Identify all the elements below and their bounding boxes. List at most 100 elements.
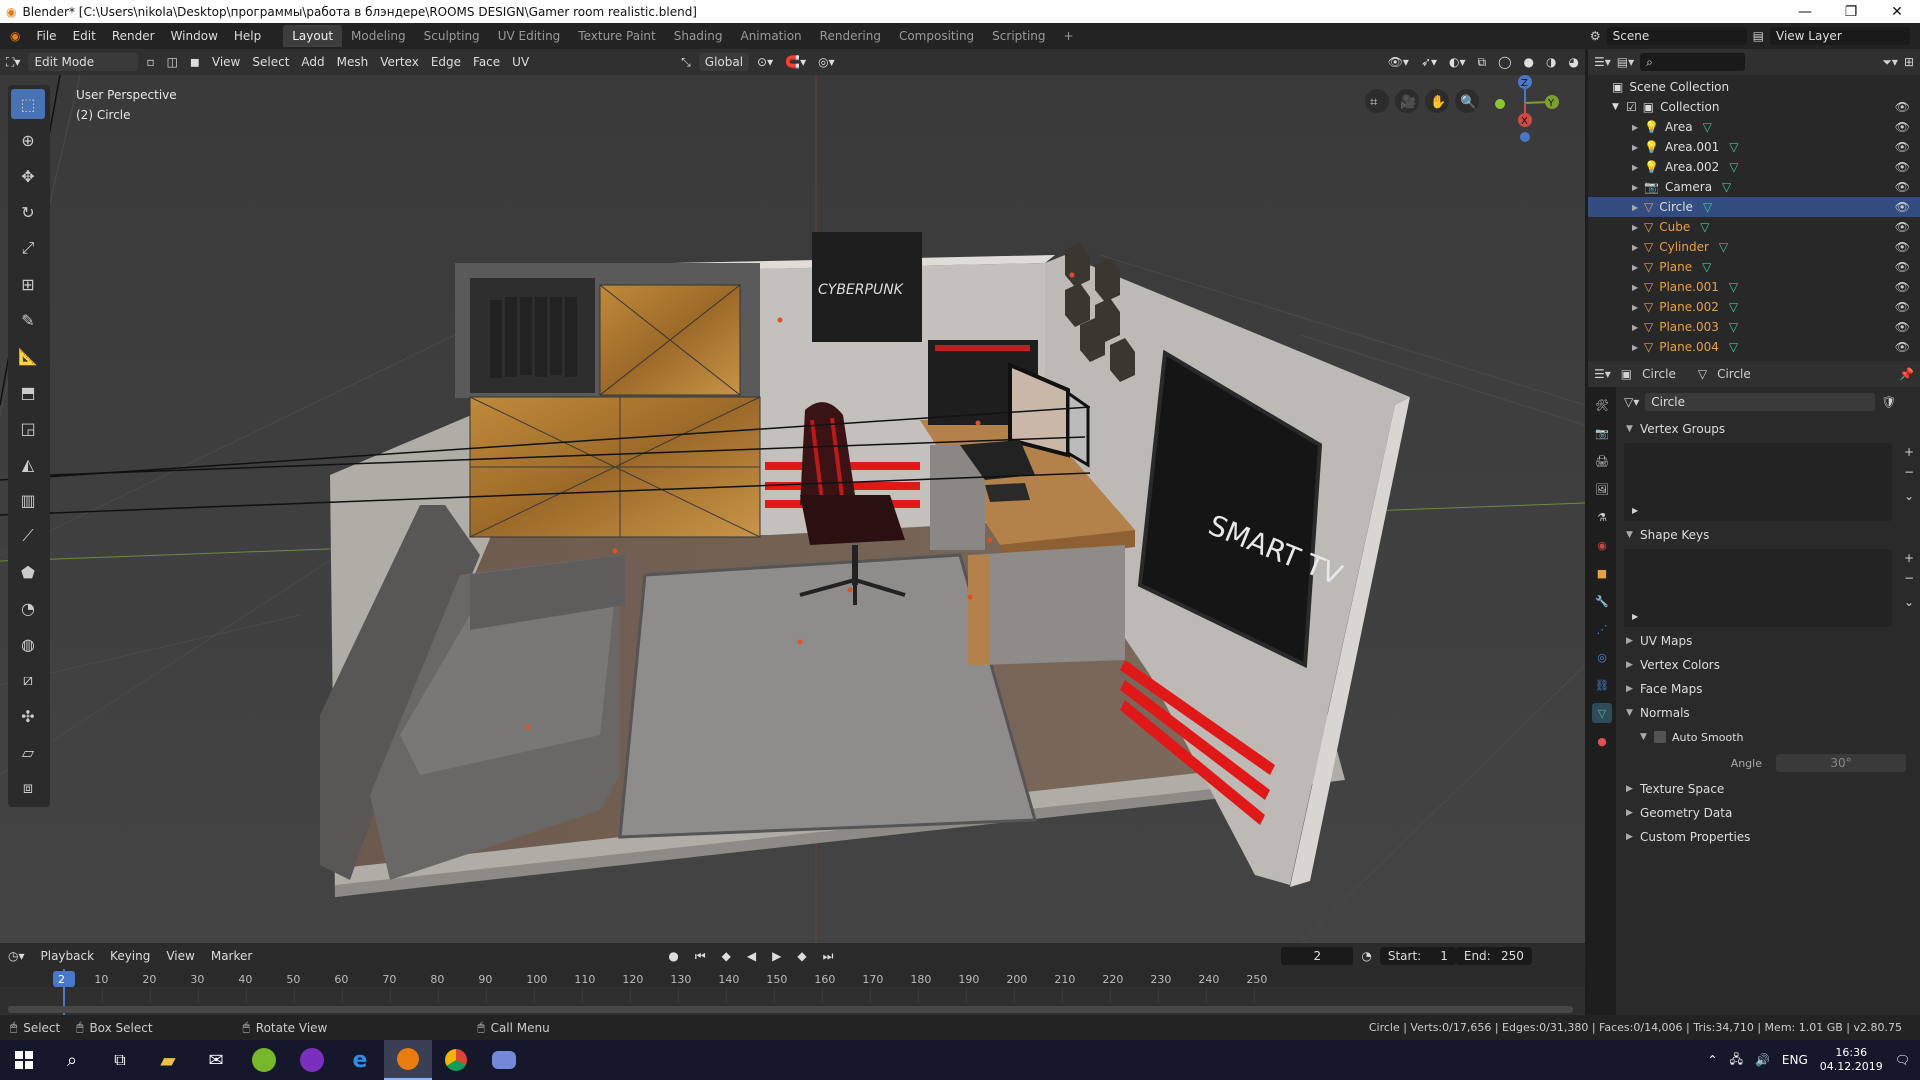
scale-tool-icon[interactable]: ⤢: [11, 233, 45, 263]
tab-texture-paint[interactable]: Texture Paint: [569, 25, 664, 47]
chevron-down-icon[interactable]: ⌄: [1904, 595, 1914, 609]
menu-mesh[interactable]: Mesh: [331, 55, 375, 69]
notifications-icon[interactable]: 🗨: [1895, 1053, 1910, 1067]
tab-layout[interactable]: Layout: [283, 25, 343, 47]
menu-view[interactable]: View: [206, 55, 246, 69]
checkbox-icon[interactable]: ☑: [1626, 100, 1637, 114]
eye-icon[interactable]: 👁: [1895, 160, 1910, 174]
eye-icon[interactable]: 👁: [1895, 320, 1910, 334]
extrude-tool-icon[interactable]: ⬒: [11, 377, 45, 407]
media-player-icon[interactable]: [288, 1040, 336, 1080]
expand-arrow-icon[interactable]: ▶: [1632, 343, 1644, 352]
expand-arrow-icon[interactable]: ▶: [1632, 203, 1644, 212]
expand-arrow-icon[interactable]: ▶: [1632, 143, 1644, 152]
menu-select[interactable]: Select: [246, 55, 295, 69]
menu-marker[interactable]: Marker: [203, 949, 260, 963]
move-tool-icon[interactable]: ✥: [11, 161, 45, 191]
tab-compositing[interactable]: Compositing: [890, 25, 983, 47]
object-data-icon[interactable]: ▽: [1729, 280, 1738, 294]
output-tab-icon[interactable]: 🖨: [1592, 451, 1612, 471]
menu-face[interactable]: Face: [467, 55, 506, 69]
add-icon[interactable]: +: [1904, 551, 1914, 565]
panel-face-maps[interactable]: ▶ Face Maps: [1616, 677, 1920, 701]
transform-tool-icon[interactable]: ⊞: [11, 269, 45, 299]
eye-icon[interactable]: 👁: [1895, 340, 1910, 354]
jump-start-icon[interactable]: ⏮: [687, 949, 714, 964]
panel-shape-keys[interactable]: ▼ Shape Keys: [1616, 523, 1920, 547]
object-data-icon[interactable]: ▽: [1700, 220, 1709, 234]
jump-end-icon[interactable]: ⏭: [815, 949, 842, 964]
next-keyframe-icon[interactable]: ◆: [789, 949, 814, 963]
clock[interactable]: 16:36 04.12.2019: [1820, 1046, 1883, 1074]
render-tab-icon[interactable]: 📷: [1592, 423, 1612, 443]
inset-tool-icon[interactable]: ◲: [11, 413, 45, 443]
outliner-item[interactable]: ▶ ▽ Circle ▽ 👁: [1588, 197, 1920, 217]
remove-icon[interactable]: −: [1904, 571, 1914, 585]
outliner-item[interactable]: ▶ ▽ Plane.003 ▽ 👁: [1588, 317, 1920, 337]
start-frame-field[interactable]: Start: 1: [1379, 947, 1456, 965]
menu-window[interactable]: Window: [163, 29, 226, 43]
menu-add[interactable]: Add: [295, 55, 330, 69]
tab-animation[interactable]: Animation: [731, 25, 810, 47]
tab-sculpting[interactable]: Sculpting: [415, 25, 489, 47]
angle-field[interactable]: 30°: [1776, 754, 1906, 772]
knife-tool-icon[interactable]: ⟋: [11, 521, 45, 551]
close-button[interactable]: ✕: [1874, 4, 1920, 20]
timeline-scrollbar[interactable]: [8, 1006, 1573, 1013]
cursor-tool-icon[interactable]: ⊕: [11, 125, 45, 155]
menu-timeline-view[interactable]: View: [158, 949, 202, 963]
expand-arrow-icon[interactable]: ▶: [1632, 612, 1638, 621]
input-language[interactable]: ENG: [1782, 1053, 1808, 1067]
outliner-item[interactable]: ▶ ▽ Plane.002 ▽ 👁: [1588, 297, 1920, 317]
pin-icon[interactable]: 📌: [1899, 367, 1914, 381]
expand-arrow-icon[interactable]: ▶: [1632, 183, 1644, 192]
eye-icon[interactable]: 👁: [1895, 140, 1910, 154]
timeline-editor-icon[interactable]: ◷▾: [0, 949, 33, 963]
face-select-mode-icon[interactable]: ◼: [184, 55, 206, 69]
object-data-icon[interactable]: ▽: [1722, 180, 1731, 194]
maximize-button[interactable]: ❐: [1828, 4, 1874, 20]
expand-arrow-icon[interactable]: ▶: [1632, 223, 1644, 232]
add-icon[interactable]: +: [1904, 445, 1914, 459]
editor-type-icon[interactable]: ⛶▾: [0, 55, 26, 70]
object-data-icon[interactable]: ▽: [1703, 120, 1712, 134]
material-shading-icon[interactable]: ◑: [1540, 55, 1562, 69]
stopwatch-icon[interactable]: ◔: [1353, 949, 1379, 963]
remove-icon[interactable]: −: [1904, 465, 1914, 479]
menu-keying[interactable]: Keying: [102, 949, 158, 963]
panel-uv-maps[interactable]: ▶ UV Maps: [1616, 629, 1920, 653]
view-layer-selector[interactable]: View Layer: [1770, 27, 1910, 45]
panel-texture-space[interactable]: ▶ Texture Space: [1616, 777, 1920, 801]
physics-tab-icon[interactable]: ◎: [1592, 647, 1612, 667]
object-data-icon[interactable]: ▽: [1729, 160, 1738, 174]
utorrent-icon[interactable]: [240, 1040, 288, 1080]
start-button[interactable]: [0, 1040, 48, 1080]
search-icon[interactable]: ⌕: [48, 1040, 96, 1080]
chevron-up-icon[interactable]: ⌃: [1708, 1053, 1718, 1067]
solid-shading-icon[interactable]: ●: [1518, 55, 1540, 69]
play-reverse-icon[interactable]: ◀: [739, 949, 764, 963]
shrink-fatten-tool-icon[interactable]: ✣: [11, 701, 45, 731]
rendered-shading-icon[interactable]: ◕: [1563, 55, 1585, 69]
expand-arrow-icon[interactable]: ▶: [1632, 303, 1644, 312]
world-tab-icon[interactable]: ◉: [1592, 535, 1612, 555]
menu-uv[interactable]: UV: [506, 55, 535, 69]
menu-render[interactable]: Render: [104, 29, 163, 43]
menu-edit[interactable]: Edit: [65, 29, 104, 43]
eye-icon[interactable]: 👁: [1895, 100, 1910, 114]
overlays-icon[interactable]: ◐▾: [1443, 55, 1472, 69]
eye-icon[interactable]: 👁: [1895, 260, 1910, 274]
network-icon[interactable]: 🖧: [1730, 1050, 1743, 1071]
edge-browser-icon[interactable]: e: [336, 1040, 384, 1080]
snap-icon[interactable]: 🧲▾: [779, 55, 812, 69]
chrome-icon[interactable]: [432, 1040, 480, 1080]
panel-geometry-data[interactable]: ▶ Geometry Data: [1616, 801, 1920, 825]
tab-rendering[interactable]: Rendering: [811, 25, 890, 47]
panel-vertex-colors[interactable]: ▶ Vertex Colors: [1616, 653, 1920, 677]
panel-vertex-groups[interactable]: ▼ Vertex Groups: [1616, 417, 1920, 441]
smooth-tool-icon[interactable]: ◍: [11, 629, 45, 659]
menu-help[interactable]: Help: [226, 29, 269, 43]
filter-icon[interactable]: ⏷▾: [1882, 55, 1898, 70]
modifier-tab-icon[interactable]: 🔧: [1592, 591, 1612, 611]
tool-tab-icon[interactable]: 🛠: [1592, 395, 1612, 415]
